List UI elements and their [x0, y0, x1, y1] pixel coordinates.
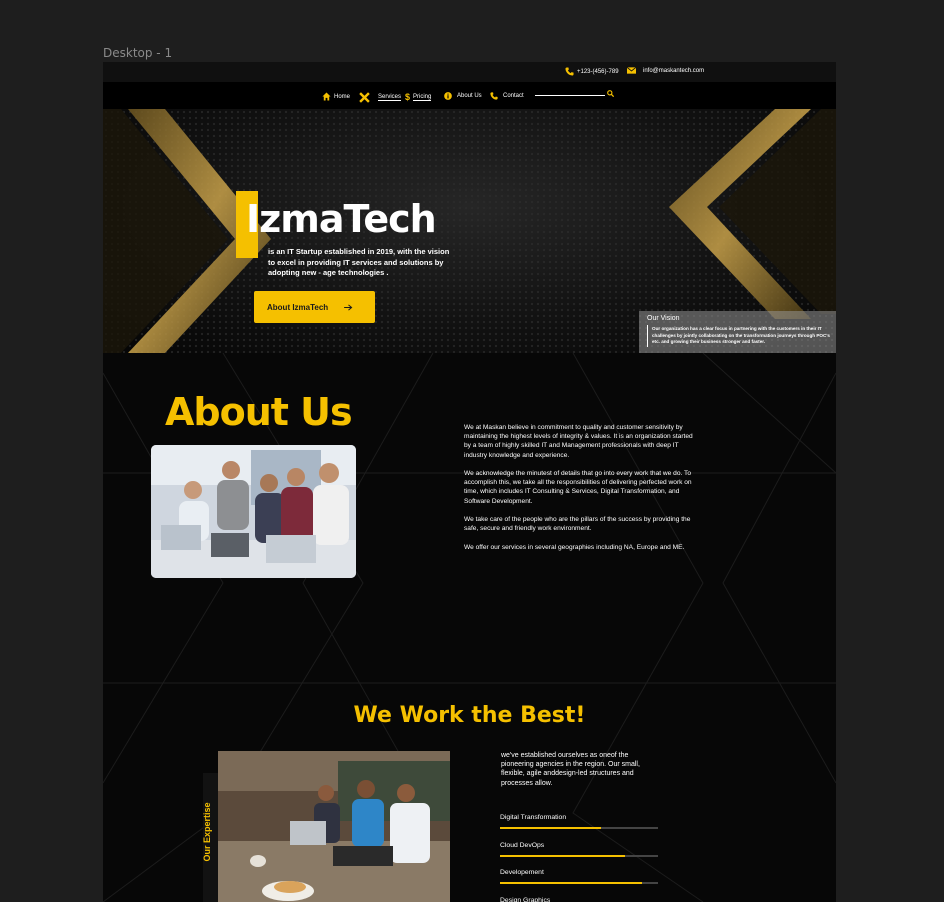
skill-item: Developement — [500, 869, 658, 884]
skill-progress-track — [500, 827, 658, 829]
nav-about-label: About Us — [457, 93, 482, 99]
desktop-frame: +123-(456)-789 info@maskantech.com Home … — [103, 62, 836, 902]
nav-services[interactable]: Services — [359, 92, 402, 103]
skill-name: Cloud DevOps — [500, 842, 545, 849]
dollar-icon: $ — [405, 92, 411, 102]
phone-icon — [565, 67, 574, 76]
skill-name: Digital Transformation — [500, 814, 567, 821]
about-izmatech-button-label: About IzmaTech — [267, 302, 329, 312]
skill-item: Cloud DevOps — [500, 842, 658, 857]
about-izmatech-button[interactable]: About IzmaTech — [254, 291, 375, 323]
vision-card: Our Vision Our organization has a clear … — [639, 311, 836, 353]
home-icon — [322, 92, 331, 101]
skill-progress-fill — [500, 855, 625, 857]
hero-tagline: is an IT Startup established in 2019, wi… — [268, 247, 450, 277]
phone-number: +123-(456)-789 — [577, 68, 619, 75]
skill-progress-fill — [500, 827, 602, 829]
about-paragraph: We acknowledge the minutest of details t… — [464, 470, 692, 505]
content-section: About Us We at Maskan believe in commitm… — [103, 353, 836, 902]
brand-title: IzmaTech — [246, 197, 437, 241]
phone-icon — [490, 92, 498, 100]
nav-pricing-label: Pricing — [413, 93, 432, 101]
email-contact[interactable]: info@maskantech.com — [627, 67, 704, 74]
skill-progress-track — [500, 855, 658, 857]
expertise-label: Our Expertise — [202, 802, 212, 862]
about-text-block: We at Maskan believe in commitment to qu… — [464, 423, 700, 561]
skill-name: Developement — [500, 869, 544, 876]
search-icon[interactable] — [607, 90, 614, 97]
nav-about[interactable]: About Us — [444, 92, 482, 100]
skill-item: Design Graphics — [500, 897, 658, 902]
nav-home-label: Home — [334, 93, 351, 100]
contact-bar: +123-(456)-789 info@maskantech.com — [103, 62, 836, 82]
nav-pricing[interactable]: $ Pricing — [405, 92, 432, 102]
tools-icon — [359, 92, 370, 103]
vision-title: Our Vision — [647, 315, 680, 322]
about-paragraph: We take care of the people who are the p… — [464, 516, 691, 533]
about-paragraph: We at Maskan believe in commitment to qu… — [464, 424, 693, 459]
frame-label: Desktop - 1 — [103, 46, 173, 60]
skill-progress-fill — [500, 882, 643, 884]
email-address: info@maskantech.com — [643, 67, 705, 74]
nav-home[interactable]: Home — [322, 92, 350, 101]
hero-section: IzmaTech is an IT Startup established in… — [103, 109, 836, 353]
skill-item: Digital Transformation — [500, 814, 658, 829]
work-intro: we've established ourselves as oneof the… — [501, 752, 640, 787]
vision-divider — [647, 325, 648, 347]
mail-icon — [627, 67, 636, 74]
work-team-photo — [218, 751, 450, 902]
skill-progress-track — [500, 882, 658, 884]
nav-contact-label: Contact — [503, 93, 524, 99]
search-input[interactable] — [535, 95, 605, 96]
about-team-photo — [151, 445, 356, 578]
info-icon — [444, 92, 452, 100]
about-title: About Us — [165, 390, 353, 434]
about-paragraph: We offer our services in several geograp… — [464, 543, 685, 551]
work-title: We Work the Best! — [353, 703, 586, 728]
nav-contact[interactable]: Contact — [490, 92, 524, 100]
skill-name: Design Graphics — [500, 897, 551, 902]
nav-services-label: Services — [378, 94, 402, 101]
vision-body: Our organization has a clear focus in pa… — [652, 326, 830, 344]
arrow-right-icon — [344, 303, 353, 311]
phone-contact[interactable]: +123-(456)-789 — [565, 67, 619, 76]
main-nav: Home Services $ Pricing About Us Contact — [103, 82, 836, 109]
